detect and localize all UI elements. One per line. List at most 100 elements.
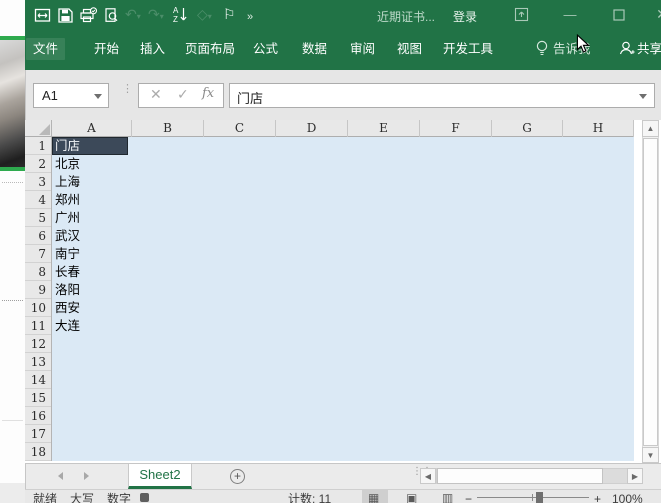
- insert-function-icon[interactable]: fx: [202, 86, 214, 101]
- row-header-8[interactable]: 8: [25, 263, 51, 281]
- name-box-value: A1: [42, 88, 58, 103]
- zoom-in-icon[interactable]: +: [594, 492, 601, 503]
- page-layout-view-icon[interactable]: ▣: [406, 491, 417, 503]
- sheet-nav-right-icon[interactable]: [84, 472, 89, 480]
- row-header-15[interactable]: 15: [25, 389, 51, 407]
- column-header-B[interactable]: B: [132, 120, 204, 137]
- vertical-scrollbar-thumb[interactable]: [643, 138, 658, 446]
- row-header-14[interactable]: 14: [25, 371, 51, 389]
- row-header-18[interactable]: 18: [25, 443, 51, 461]
- enter-icon[interactable]: ✓: [177, 86, 189, 103]
- cell-a8[interactable]: 长春: [55, 263, 131, 281]
- cell-a6[interactable]: 武汉: [55, 227, 131, 245]
- column-header-D[interactable]: D: [276, 120, 348, 137]
- quick-print-icon[interactable]: [79, 7, 98, 24]
- macro-record-icon[interactable]: [140, 493, 149, 502]
- normal-view-icon[interactable]: ▦: [368, 491, 379, 503]
- tab-4[interactable]: 公式: [253, 40, 278, 58]
- status-mode: 就绪: [33, 492, 58, 503]
- cell-a3[interactable]: 上海: [55, 173, 131, 191]
- page-break-view-icon[interactable]: ▥: [442, 491, 453, 503]
- scroll-down-icon[interactable]: ▼: [642, 447, 659, 463]
- row-header-10[interactable]: 10: [25, 299, 51, 317]
- column-header-A[interactable]: A: [52, 120, 132, 137]
- row-header-4[interactable]: 4: [25, 191, 51, 209]
- scroll-left-icon[interactable]: ◀: [420, 468, 436, 484]
- flag-icon[interactable]: ⚐: [223, 6, 236, 23]
- cell-a4[interactable]: 郑州: [55, 191, 131, 209]
- add-sheet-button[interactable]: +: [230, 469, 245, 484]
- column-header-G[interactable]: G: [492, 120, 563, 137]
- maximize-icon[interactable]: [610, 7, 628, 26]
- formula-bar-row: A1 ⋮ ✕ ✓ fx 门店: [25, 70, 661, 120]
- name-box[interactable]: A1: [33, 83, 109, 108]
- scroll-up-icon[interactable]: ▲: [642, 120, 659, 137]
- column-header-F[interactable]: F: [420, 120, 492, 137]
- formula-input[interactable]: 门店: [229, 83, 655, 108]
- chevron-down-icon[interactable]: [94, 94, 102, 99]
- row-header-11[interactable]: 11: [25, 317, 51, 335]
- undo-icon[interactable]: ↶▾: [125, 6, 141, 25]
- scroll-right-icon[interactable]: ▶: [627, 468, 643, 484]
- row-header-2[interactable]: 2: [25, 155, 51, 173]
- sheet-tab-sheet2[interactable]: Sheet2: [128, 464, 192, 489]
- share-button[interactable]: 共享: [637, 40, 661, 58]
- cell-a10[interactable]: 西安: [55, 299, 131, 317]
- print-preview-icon[interactable]: [103, 7, 120, 24]
- tab-8[interactable]: 开发工具: [443, 40, 493, 58]
- row-header-6[interactable]: 6: [25, 227, 51, 245]
- row-header-12[interactable]: 12: [25, 335, 51, 353]
- inactive-tool-icon[interactable]: ◇▾: [197, 6, 212, 25]
- cell-a5[interactable]: 广州: [55, 209, 131, 227]
- redo-icon[interactable]: ↷▾: [148, 6, 164, 25]
- more-commands-icon[interactable]: »: [247, 9, 253, 26]
- background-photo: [0, 40, 25, 167]
- column-header-E[interactable]: E: [348, 120, 420, 137]
- column-header-C[interactable]: C: [204, 120, 276, 137]
- row-header-9[interactable]: 9: [25, 281, 51, 299]
- select-all-triangle-icon: [39, 124, 50, 135]
- status-caps-lock: 大写: [70, 492, 95, 503]
- background-divider: [2, 300, 23, 301]
- tab-2[interactable]: 插入: [140, 40, 165, 58]
- row-header-17[interactable]: 17: [25, 425, 51, 443]
- tab-1[interactable]: 开始: [94, 40, 119, 58]
- zoom-slider[interactable]: [477, 497, 589, 498]
- selected-range[interactable]: [52, 137, 634, 461]
- status-num-lock: 数字: [107, 492, 132, 503]
- formula-bar-expand-icon[interactable]: [639, 94, 647, 99]
- row-header-1[interactable]: 1: [25, 137, 51, 155]
- cell-a1[interactable]: 门店: [55, 137, 131, 155]
- svg-text:A: A: [173, 6, 179, 15]
- select-all-corner[interactable]: [25, 120, 52, 137]
- sign-in-button[interactable]: 登录: [453, 8, 477, 25]
- tab-7[interactable]: 视图: [397, 40, 422, 58]
- person-add-icon: [618, 39, 635, 62]
- sheet-nav-left-icon[interactable]: [58, 472, 63, 480]
- column-header-H[interactable]: H: [563, 120, 634, 137]
- zoom-out-icon[interactable]: −: [465, 492, 472, 503]
- tab-file[interactable]: 文件: [26, 38, 66, 60]
- row-header-13[interactable]: 13: [25, 353, 51, 371]
- lightbulb-icon: [535, 39, 549, 62]
- horizontal-scrollbar-thumb[interactable]: [437, 468, 603, 484]
- row-header-5[interactable]: 5: [25, 209, 51, 227]
- tab-5[interactable]: 数据: [302, 40, 327, 58]
- close-icon[interactable]: ✕: [653, 6, 661, 23]
- cell-a11[interactable]: 大连: [55, 317, 131, 335]
- ribbon-display-options-icon[interactable]: [511, 7, 531, 27]
- sort-az-icon[interactable]: AZ: [171, 5, 188, 24]
- row-header-3[interactable]: 3: [25, 173, 51, 191]
- cell-a9[interactable]: 洛阳: [55, 281, 131, 299]
- cell-a2[interactable]: 北京: [55, 155, 131, 173]
- cell-a7[interactable]: 南宁: [55, 245, 131, 263]
- minimize-icon[interactable]: —: [561, 7, 579, 22]
- zoom-slider-handle[interactable]: [536, 492, 543, 503]
- window-mode-icon[interactable]: [34, 7, 51, 24]
- cancel-icon[interactable]: ✕: [150, 86, 162, 103]
- tab-6[interactable]: 审阅: [350, 40, 375, 58]
- row-header-7[interactable]: 7: [25, 245, 51, 263]
- save-icon[interactable]: [57, 7, 74, 24]
- tab-3[interactable]: 页面布局: [185, 40, 235, 58]
- row-header-16[interactable]: 16: [25, 407, 51, 425]
